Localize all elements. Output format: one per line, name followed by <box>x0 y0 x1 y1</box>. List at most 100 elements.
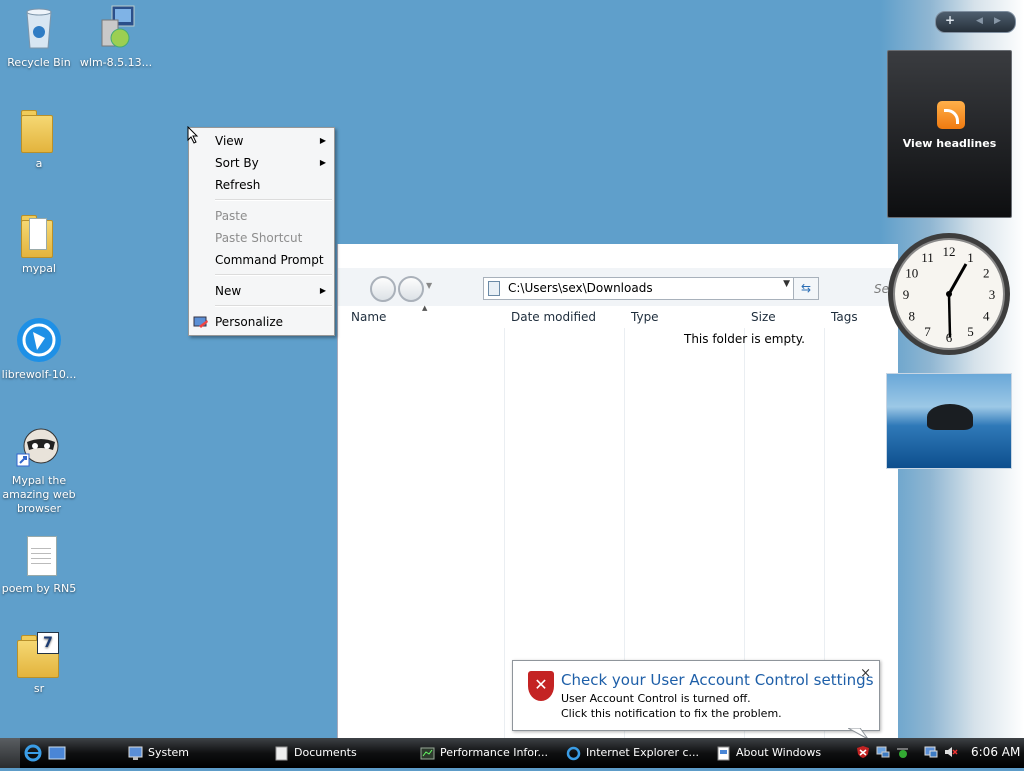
recycle-bin-icon <box>15 4 63 52</box>
desktop-icon-label: wlm-8.5.13... <box>79 56 153 69</box>
security-shield-icon: ✕ <box>528 671 554 701</box>
taskbar-button-internet-explorer[interactable]: Internet Explorer c... <box>562 740 704 766</box>
column-header-date-modified[interactable]: Date modified <box>511 310 596 324</box>
clock-number: 12 <box>943 244 956 259</box>
menu-item-label: Paste <box>215 209 248 223</box>
clock-number: 7 <box>924 324 931 339</box>
about-icon <box>716 745 731 761</box>
slideshow-gadget[interactable] <box>886 373 1012 469</box>
internet-explorer-quicklaunch-icon[interactable] <box>24 744 42 762</box>
column-divider <box>504 328 505 738</box>
previous-icon[interactable]: ◀ <box>976 16 983 26</box>
feed-headlines-gadget[interactable]: View headlines <box>887 50 1012 218</box>
menu-item-command-prompt[interactable]: Command Prompt <box>189 249 334 271</box>
column-header-type[interactable]: Type <box>631 310 659 324</box>
rss-feed-icon <box>937 101 965 129</box>
folder-icon <box>15 210 63 258</box>
desktop-icon-label: Recycle Bin <box>7 56 71 69</box>
clock-number: 3 <box>989 287 996 302</box>
uac-message-line2: Click this notification to fix the probl… <box>561 707 782 720</box>
column-header-name[interactable]: Name <box>351 310 386 324</box>
menu-item-label: View <box>215 134 244 148</box>
desktop[interactable]: Recycle Bin wlm-8.5.13... a mypal librew… <box>0 0 1024 740</box>
menu-item-label: Command Prompt <box>215 253 324 267</box>
mouse-cursor-icon <box>187 126 199 144</box>
desktop-icon-sr[interactable]: 7 sr <box>1 630 77 696</box>
desktop-icon-label: mypal <box>21 262 56 275</box>
uac-title[interactable]: Check your User Account Control settings <box>561 671 874 689</box>
display-icon[interactable] <box>924 745 938 759</box>
desktop-icon-folder-a[interactable]: a <box>1 105 77 171</box>
taskbar-button-label: System <box>148 746 190 759</box>
next-icon[interactable]: ▶ <box>994 16 1001 26</box>
desktop-icon-recycle-bin[interactable]: Recycle Bin <box>1 4 77 70</box>
taskbar-button-label: Documents <box>294 746 357 759</box>
clock-number: 2 <box>983 266 990 281</box>
close-icon[interactable]: × <box>860 666 871 681</box>
add-gadget-icon[interactable]: + <box>945 13 955 27</box>
clock-number: 4 <box>983 309 990 324</box>
show-desktop-icon[interactable] <box>48 744 66 762</box>
menu-item-paste: Paste <box>189 205 334 227</box>
refresh-icon: ⇆ <box>800 281 812 295</box>
taskbar: System Documents Performance Infor... In… <box>0 738 1024 768</box>
menu-item-refresh[interactable]: Refresh <box>189 174 334 196</box>
taskbar-button-performance[interactable]: Performance Infor... <box>416 740 558 766</box>
desktop-icon-mypal-browser[interactable]: Mypal the amazing web browser <box>1 422 77 516</box>
menu-separator <box>215 274 332 276</box>
menu-item-label: Sort By <box>215 156 259 170</box>
clock-number: 5 <box>967 324 974 339</box>
menu-separator <box>215 199 332 201</box>
uac-notification-balloon[interactable]: ✕ Check your User Account Control settin… <box>512 660 880 740</box>
menu-item-view[interactable]: View ▶ <box>189 130 334 152</box>
address-text[interactable]: C:\Users\sex\Downloads <box>508 281 653 295</box>
forward-button[interactable] <box>398 276 424 302</box>
back-button[interactable] <box>370 276 396 302</box>
desktop-icon-librewolf[interactable]: librewolf-10... <box>1 316 77 382</box>
desktop-context-menu: View ▶ Sort By ▶ Refresh Paste Paste Short… <box>188 127 335 336</box>
menu-item-new[interactable]: New ▶ <box>189 280 334 302</box>
folder-icon <box>15 105 63 153</box>
sidebar-controls: + ◀ ▶ <box>935 11 1016 33</box>
empty-folder-message: This folder is empty. <box>684 332 805 346</box>
clock-number: 8 <box>909 309 916 324</box>
explorer-toolbar: ▼ C:\Users\sex\Downloads ▼ ⇆ Se <box>338 268 898 306</box>
menu-item-paste-shortcut: Paste Shortcut <box>189 227 334 249</box>
menu-item-sort-by[interactable]: Sort By ▶ <box>189 152 334 174</box>
taskbar-button-about-windows[interactable]: About Windows <box>712 740 846 766</box>
installer-icon <box>92 4 140 52</box>
clock-gadget[interactable]: 12 1234567891011 <box>886 231 1012 357</box>
submenu-arrow-icon: ▶ <box>319 158 326 167</box>
security-alert-icon[interactable] <box>856 745 870 759</box>
desktop-icon-label: sr <box>33 682 45 695</box>
taskbar-button-system[interactable]: System <box>124 740 266 766</box>
status-ok-icon[interactable] <box>896 745 910 759</box>
submenu-arrow-icon: ▶ <box>319 286 326 295</box>
recent-pages-arrow-icon[interactable]: ▼ <box>426 281 432 290</box>
volume-muted-icon[interactable] <box>944 745 958 759</box>
clock-time[interactable]: 6:06 AM <box>971 745 1020 759</box>
start-button[interactable] <box>0 738 20 768</box>
desktop-icon-folder-mypal[interactable]: mypal <box>1 210 77 276</box>
column-header-tags[interactable]: Tags <box>831 310 858 324</box>
personalize-icon <box>193 315 209 329</box>
text-document-icon <box>15 530 63 578</box>
documents-icon <box>274 745 289 761</box>
taskbar-button-documents[interactable]: Documents <box>270 740 412 766</box>
address-bar[interactable]: C:\Users\sex\Downloads ▼ <box>483 277 795 300</box>
uac-message-line1: User Account Control is turned off. <box>561 692 751 705</box>
desktop-icon-wlm-installer[interactable]: wlm-8.5.13... <box>78 4 154 70</box>
sort-indicator-icon: ▲ <box>422 304 428 312</box>
taskbar-button-label: Performance Infor... <box>440 746 549 759</box>
column-header-size[interactable]: Size <box>751 310 776 324</box>
menu-item-label: Paste Shortcut <box>215 231 303 245</box>
internet-explorer-icon <box>566 745 581 761</box>
view-headlines-label: View headlines <box>902 137 997 150</box>
folder-7-icon: 7 <box>15 630 63 678</box>
network-icon[interactable] <box>876 745 890 759</box>
desktop-icon-poem[interactable]: poem by RN5 <box>1 530 77 596</box>
menu-item-personalize[interactable]: Personalize <box>189 311 334 333</box>
refresh-button[interactable]: ⇆ <box>793 277 819 300</box>
clock-number: 9 <box>903 287 910 302</box>
chevron-down-icon[interactable]: ▼ <box>783 279 790 289</box>
